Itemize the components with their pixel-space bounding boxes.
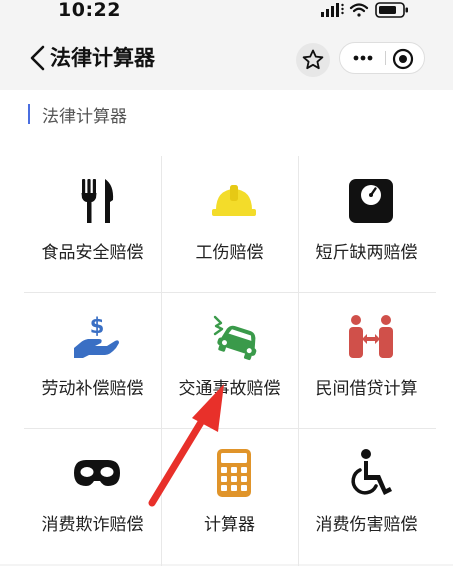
capsule-divider — [385, 51, 386, 65]
grid-item-consumer-injury[interactable]: 消费伤害赔偿 — [298, 428, 435, 565]
signal-icon — [321, 3, 344, 17]
battery-icon — [375, 2, 408, 18]
status-icons — [321, 2, 408, 18]
section-accent-bar — [28, 104, 30, 124]
star-icon[interactable] — [296, 43, 330, 77]
grid-item-private-lending[interactable]: 民间借贷计算 — [298, 292, 435, 429]
hard-hat-icon — [212, 185, 256, 216]
people-exchange-icon — [349, 315, 393, 358]
fork-knife-icon — [81, 179, 114, 223]
hand-money-icon: $ — [74, 314, 119, 358]
mask-icon — [74, 460, 120, 486]
nav-bar: 法律计算器 — [0, 34, 453, 82]
scale-icon — [349, 179, 393, 223]
wifi-icon — [349, 3, 369, 17]
nav-title: 法律计算器 — [50, 46, 155, 70]
capsule-menu — [339, 42, 425, 74]
status-bar: 10:22 — [0, 0, 453, 22]
grid-item-short-weight[interactable]: 短斤缺两赔偿 — [298, 156, 435, 293]
grid-item-label: 短斤缺两赔偿 — [315, 243, 418, 263]
svg-text:$: $ — [90, 314, 105, 338]
grid-item-label: 食品安全赔偿 — [41, 243, 144, 263]
close-miniprogram-icon[interactable] — [390, 46, 416, 72]
grid-item-food-safety[interactable]: 食品安全赔偿 — [24, 156, 161, 293]
status-time: 10:22 — [58, 0, 121, 21]
more-icon[interactable] — [342, 43, 384, 73]
wheelchair-icon — [351, 449, 392, 495]
grid-item-label: 民间借贷计算 — [315, 379, 418, 399]
grid-item-label: 消费伤害赔偿 — [315, 515, 418, 535]
back-icon[interactable] — [28, 44, 46, 72]
grid-item-label: 工伤赔偿 — [195, 243, 264, 263]
section-title: 法律计算器 — [42, 107, 127, 127]
car-crash-icon — [213, 315, 257, 361]
grid-item-work-injury[interactable]: 工伤赔偿 — [161, 156, 298, 293]
annotation-arrow — [148, 384, 224, 507]
